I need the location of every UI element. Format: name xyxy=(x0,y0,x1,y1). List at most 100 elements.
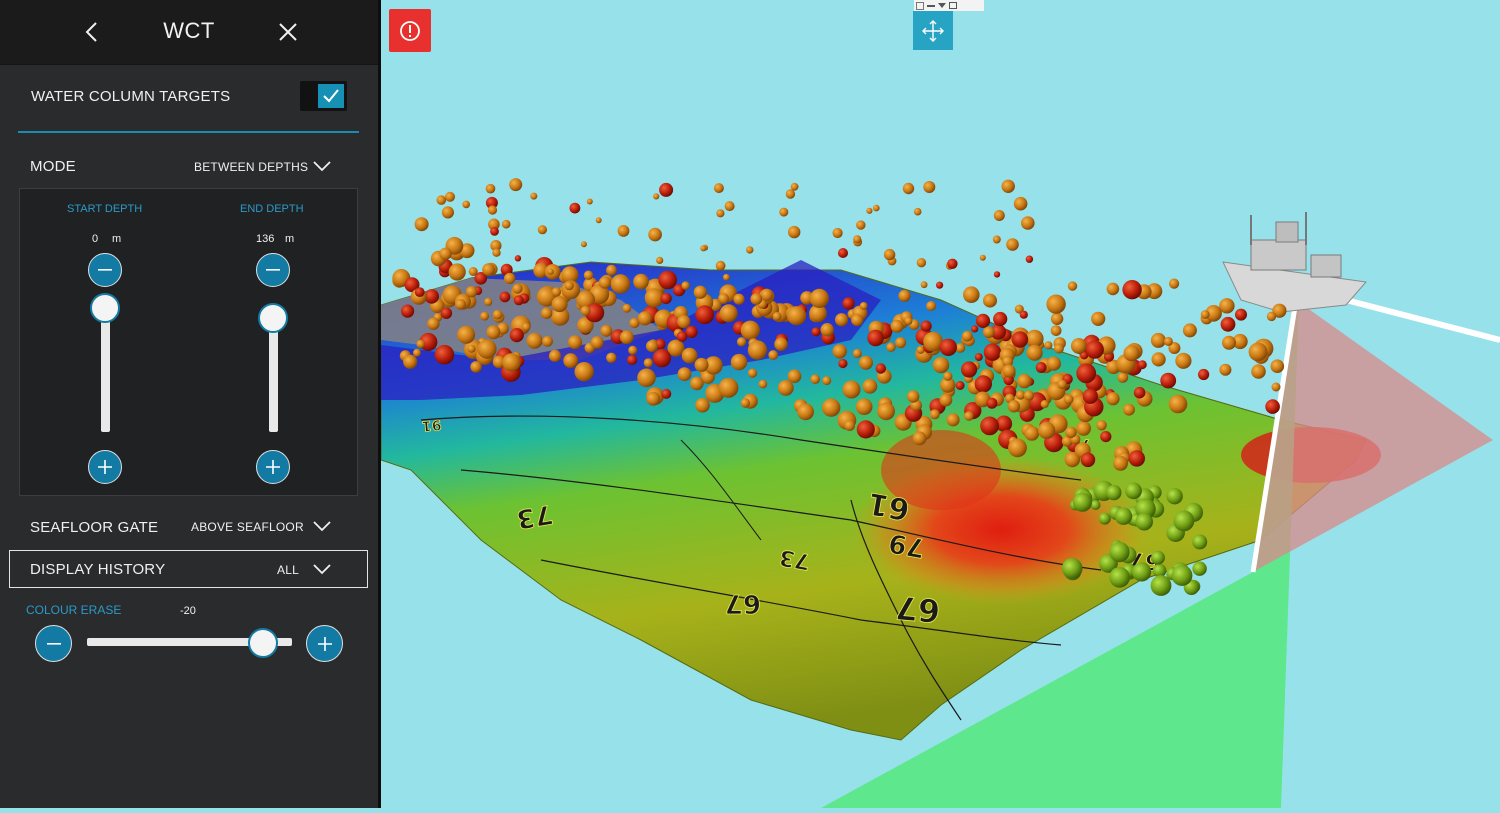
seafloor-gate-dropdown[interactable] xyxy=(310,516,334,536)
start-depth-plus-button[interactable] xyxy=(88,450,122,484)
colour-erase-label: COLOUR ERASE xyxy=(26,603,122,617)
target-sphere xyxy=(986,397,998,409)
target-sphere xyxy=(832,227,843,239)
water-column-toggle[interactable] xyxy=(300,81,347,111)
display-history-dropdown[interactable] xyxy=(310,559,334,579)
end-depth-track[interactable] xyxy=(269,320,278,432)
target-sphere xyxy=(648,227,662,242)
mode-value[interactable]: BETWEEN DEPTHS xyxy=(194,160,308,174)
target-sphere xyxy=(509,328,524,343)
target-sphere xyxy=(883,248,896,261)
target-sphere xyxy=(480,311,489,321)
target-sphere xyxy=(993,311,1008,327)
target-sphere xyxy=(540,307,553,320)
target-sphere xyxy=(979,254,986,261)
target-sphere xyxy=(902,182,915,195)
target-sphere xyxy=(574,362,594,382)
start-depth-slider-thumb[interactable] xyxy=(90,293,120,323)
seafloor-gate-value[interactable]: ABOVE SEAFLOOR xyxy=(191,520,304,534)
target-sphere xyxy=(1251,364,1266,379)
end-depth-minus-button[interactable] xyxy=(256,253,290,287)
start-depth-minus-button[interactable] xyxy=(88,253,122,287)
target-sphere xyxy=(1061,558,1083,579)
target-sphere xyxy=(1050,325,1062,336)
target-sphere xyxy=(1076,363,1097,384)
target-sphere xyxy=(1026,344,1043,361)
chevron-down-icon xyxy=(313,161,331,172)
minimize-icon[interactable] xyxy=(927,4,935,7)
grid-icon[interactable] xyxy=(916,1,924,10)
mini-toolbar xyxy=(914,0,984,11)
target-sphere xyxy=(929,409,940,420)
target-sphere xyxy=(740,320,760,340)
target-sphere xyxy=(502,353,521,372)
target-sphere xyxy=(1109,567,1130,588)
end-depth-plus-button[interactable] xyxy=(256,450,290,484)
target-sphere xyxy=(1132,562,1152,582)
target-sphere xyxy=(677,367,692,381)
target-sphere xyxy=(619,330,634,345)
minus-icon xyxy=(98,269,112,271)
target-sphere xyxy=(522,322,531,332)
display-history-value[interactable]: ALL xyxy=(277,563,299,577)
colour-erase-slider-thumb[interactable] xyxy=(248,628,278,658)
target-sphere xyxy=(694,357,709,372)
target-sphere xyxy=(628,345,638,355)
target-sphere xyxy=(943,371,953,381)
target-sphere xyxy=(606,352,617,363)
target-sphere xyxy=(646,391,661,406)
target-sphere xyxy=(788,225,801,239)
target-sphere xyxy=(838,358,848,369)
target-sphere xyxy=(606,264,617,276)
target-sphere xyxy=(610,274,631,294)
target-sphere xyxy=(569,202,581,214)
target-sphere xyxy=(1173,510,1195,532)
target-sphere xyxy=(598,276,611,289)
target-sphere xyxy=(718,293,729,304)
minus-icon xyxy=(46,642,61,645)
target-sphere xyxy=(1076,421,1091,436)
target-sphere xyxy=(1192,534,1208,550)
target-sphere xyxy=(877,402,895,421)
target-sphere xyxy=(797,403,814,421)
bathymetry-3d-view[interactable]: 73 61 67 79 73 67 67 91 79 xyxy=(380,0,1500,808)
recenter-button[interactable] xyxy=(913,11,953,50)
end-depth-value: 136 xyxy=(256,233,275,245)
close-button[interactable] xyxy=(274,18,302,46)
target-sphere xyxy=(1171,565,1193,586)
target-sphere xyxy=(542,335,553,347)
target-sphere xyxy=(832,344,847,359)
contour-label: 73 xyxy=(514,498,555,534)
target-sphere xyxy=(733,293,745,305)
target-sphere xyxy=(932,356,950,374)
chevron-down-icon[interactable] xyxy=(938,3,946,8)
target-sphere xyxy=(1192,561,1207,576)
target-sphere xyxy=(842,380,861,399)
end-depth-slider-thumb[interactable] xyxy=(258,303,288,333)
alert-button[interactable] xyxy=(389,9,431,52)
target-sphere xyxy=(512,283,523,294)
target-sphere xyxy=(1117,372,1129,383)
restore-icon[interactable] xyxy=(949,2,957,9)
target-sphere xyxy=(455,298,466,310)
colour-erase-plus-button[interactable] xyxy=(306,625,343,662)
target-sphere xyxy=(513,295,524,306)
target-sphere xyxy=(904,317,913,325)
target-sphere xyxy=(677,315,691,329)
target-sphere xyxy=(810,374,820,385)
target-sphere xyxy=(1023,390,1034,401)
plus-icon xyxy=(98,460,112,474)
target-sphere xyxy=(1091,311,1106,326)
target-sphere xyxy=(1053,343,1064,354)
end-depth-title: END DEPTH xyxy=(240,203,304,215)
water-column-label: WATER COLUMN TARGETS xyxy=(31,88,231,105)
target-sphere xyxy=(715,260,726,271)
start-depth-value: 0 xyxy=(92,233,99,245)
target-sphere xyxy=(547,268,554,275)
contour-label: 73 xyxy=(778,544,813,574)
mode-dropdown[interactable] xyxy=(310,156,334,176)
target-sphere xyxy=(1002,364,1016,378)
target-sphere xyxy=(1266,311,1277,322)
target-sphere xyxy=(964,411,974,421)
colour-erase-minus-button[interactable] xyxy=(35,625,72,662)
